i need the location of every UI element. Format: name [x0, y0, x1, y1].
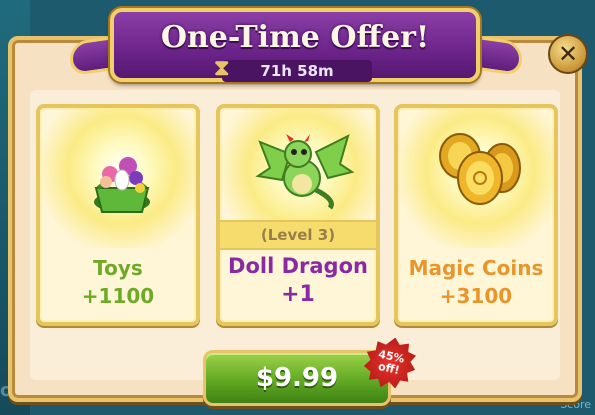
- item-name-toys: Toys: [93, 256, 143, 280]
- item-level: (Level 3): [220, 220, 376, 250]
- hourglass-icon: ⧗: [214, 56, 230, 81]
- offer-item-magic-coins: Magic Coins +3100: [394, 104, 558, 326]
- item-amount-magic-coins: +3100: [439, 284, 513, 308]
- item-name-magic-coins: Magic Coins: [408, 256, 544, 280]
- item-amount-doll-dragon: +1: [281, 282, 315, 307]
- offer-title: One-Time Offer!: [160, 20, 430, 55]
- price-label: $9.99: [255, 363, 339, 393]
- buy-button[interactable]: $9.99: [203, 350, 391, 406]
- offer-item-toys: Toys +1100: [36, 104, 200, 326]
- discount-off: off!: [376, 359, 401, 377]
- toy-basket-icon: [94, 157, 150, 213]
- item-amount-toys: +1100: [81, 284, 155, 308]
- gold-coins-icon: [439, 133, 521, 205]
- green-dragon-icon: [255, 134, 355, 210]
- close-icon: ✕: [557, 40, 579, 68]
- offer-timer: ⧗ 71h 58m: [214, 56, 372, 82]
- offer-banner: One-Time Offer! ⧗ 71h 58m: [110, 8, 480, 82]
- timer-text: 71h 58m: [260, 62, 334, 80]
- item-name-doll-dragon: Doll Dragon: [228, 254, 368, 278]
- close-button[interactable]: ✕: [548, 34, 588, 74]
- offer-item-doll-dragon: (Level 3) Doll Dragon +1: [216, 104, 380, 326]
